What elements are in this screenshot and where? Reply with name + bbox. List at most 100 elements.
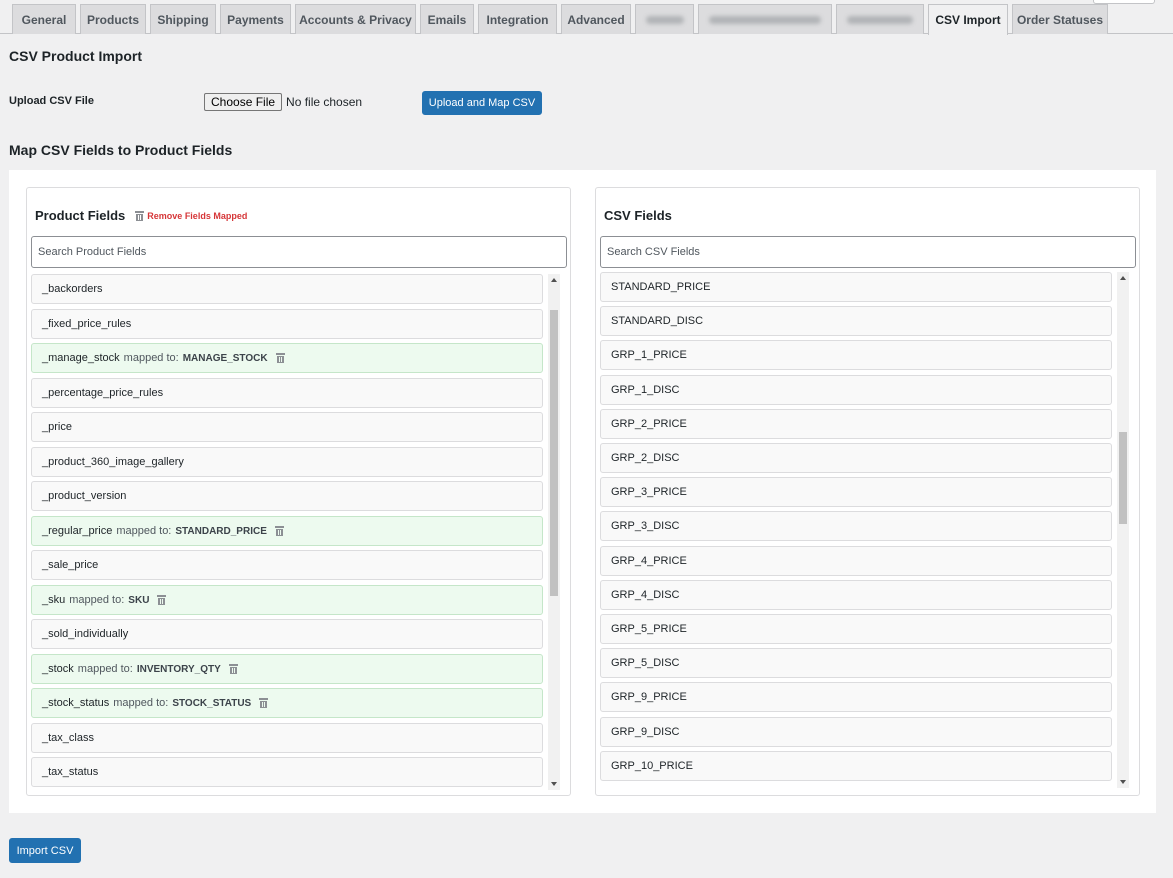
- csv-field-item[interactable]: GRP_1_PRICE: [600, 340, 1112, 370]
- tab-accounts-privacy[interactable]: Accounts & Privacy: [295, 4, 416, 34]
- tab-order-statuses[interactable]: Order Statuses: [1012, 4, 1108, 34]
- csv-field-name: GRP_5_DISC: [611, 657, 680, 669]
- product-fields-list[interactable]: _backorders _fixed_price_rules _manage_sto…: [31, 274, 563, 790]
- csv-field-name: GRP_10_PRICE: [611, 760, 693, 772]
- product-field-item[interactable]: _backorders: [31, 274, 543, 304]
- page-title: CSV Product Import: [9, 48, 143, 64]
- product-field-item[interactable]: _product_version: [31, 481, 543, 511]
- product-field-item[interactable]: _fixed_price_rules: [31, 309, 543, 339]
- tab-products[interactable]: Products: [80, 4, 146, 34]
- trash-icon[interactable]: [259, 698, 269, 708]
- product-fields-header: Product Fields Remove Fields Mapped: [35, 208, 247, 223]
- product-field-name: _manage_stock: [42, 352, 120, 364]
- csv-field-name: STANDARD_DISC: [611, 315, 704, 327]
- remove-fields-mapped-link[interactable]: Remove Fields Mapped: [135, 210, 248, 221]
- csv-field-item[interactable]: GRP_5_DISC: [600, 648, 1112, 678]
- tab-csv-import[interactable]: CSV Import: [928, 4, 1008, 35]
- tab-payments[interactable]: Payments: [220, 4, 291, 34]
- product-field-name: _percentage_price_rules: [42, 387, 164, 399]
- upload-csv-label: Upload CSV File: [9, 95, 94, 107]
- product-field-name: _product_version: [42, 490, 127, 502]
- csv-field-item[interactable]: STANDARD_PRICE: [600, 272, 1112, 302]
- product-field-name: _fixed_price_rules: [42, 318, 132, 330]
- csv-field-name: STANDARD_PRICE: [611, 281, 711, 293]
- csv-fields-heading: CSV Fields: [604, 208, 672, 223]
- product-field-name: _sale_price: [42, 559, 99, 571]
- csv-field-item[interactable]: GRP_10_PRICE: [600, 751, 1112, 781]
- csv-field-name: GRP_2_DISC: [611, 452, 680, 464]
- mapped-target: MANAGE_STOCK: [182, 352, 268, 364]
- csv-field-name: GRP_4_DISC: [611, 589, 680, 601]
- no-file-chosen-text: No file chosen: [286, 95, 363, 109]
- search-csv-fields-input[interactable]: [600, 236, 1136, 268]
- csv-field-item[interactable]: GRP_5_PRICE: [600, 614, 1112, 644]
- csv-field-item[interactable]: GRP_4_DISC: [600, 580, 1112, 610]
- csv-fields-column: CSV Fields STANDARD_PRICE STANDARD_DISC GR…: [595, 187, 1140, 796]
- product-field-item[interactable]: _price: [31, 412, 543, 442]
- tab-integration[interactable]: Integration: [478, 4, 557, 34]
- product-field-name: _price: [42, 421, 72, 433]
- product-field-name: _tax_status: [42, 766, 99, 778]
- product-field-item[interactable]: _sold_individually: [31, 619, 543, 649]
- scroll-thumb[interactable]: [550, 310, 558, 596]
- product-field-item[interactable]: _sku mapped to: SKU: [31, 585, 543, 615]
- csv-field-item[interactable]: GRP_9_PRICE: [600, 682, 1112, 712]
- product-field-name: _sold_individually: [42, 628, 129, 640]
- trash-icon[interactable]: [157, 595, 167, 605]
- product-field-item[interactable]: _tax_status: [31, 757, 543, 787]
- mapped-to-text: mapped to:: [77, 663, 133, 675]
- csv-field-item[interactable]: GRP_1_DISC: [600, 375, 1112, 405]
- csv-field-item[interactable]: GRP_3_DISC: [600, 511, 1112, 541]
- remove-fields-mapped-label: Remove Fields Mapped: [147, 210, 248, 221]
- product-field-item[interactable]: _product_360_image_gallery: [31, 447, 543, 477]
- tab-redacted-2[interactable]: [698, 4, 832, 34]
- product-field-name: _backorders: [42, 283, 103, 295]
- product-fields-scrollbar[interactable]: [548, 274, 560, 790]
- product-field-item[interactable]: _sale_price: [31, 550, 543, 580]
- product-field-item[interactable]: _stock mapped to: INVENTORY_QTY: [31, 654, 543, 684]
- search-product-fields-input[interactable]: [31, 236, 567, 268]
- upload-and-map-button[interactable]: Upload and Map CSV: [422, 91, 542, 115]
- csv-field-item[interactable]: GRP_4_PRICE: [600, 546, 1112, 576]
- csv-field-name: GRP_5_PRICE: [611, 623, 687, 635]
- screen-options-toggle[interactable]: [1093, 0, 1155, 4]
- mapped-target: SKU: [128, 594, 150, 606]
- trash-icon[interactable]: [275, 353, 285, 363]
- csv-field-item[interactable]: STANDARD_DISC: [600, 306, 1112, 336]
- product-field-item[interactable]: _stock_status mapped to: STOCK_STATUS: [31, 688, 543, 718]
- csv-field-item[interactable]: GRP_2_DISC: [600, 443, 1112, 473]
- tab-advanced[interactable]: Advanced: [561, 4, 631, 34]
- csv-field-name: GRP_9_PRICE: [611, 691, 687, 703]
- trash-icon[interactable]: [228, 664, 238, 674]
- choose-file-button[interactable]: Choose File: [204, 93, 283, 111]
- trash-icon[interactable]: [274, 526, 284, 536]
- csv-field-item[interactable]: GRP_2_PRICE: [600, 409, 1112, 439]
- product-field-name: _product_360_image_gallery: [42, 456, 184, 468]
- file-input[interactable]: Choose File No file chosen: [204, 93, 362, 111]
- csv-field-name: GRP_1_PRICE: [611, 349, 687, 361]
- scroll-thumb[interactable]: [1119, 432, 1127, 524]
- tab-emails[interactable]: Emails: [420, 4, 474, 34]
- product-field-item[interactable]: _percentage_price_rules: [31, 378, 543, 408]
- product-field-name: _stock: [42, 663, 74, 675]
- scroll-down-arrow-icon[interactable]: [551, 782, 557, 786]
- csv-field-item[interactable]: GRP_9_DISC: [600, 717, 1112, 747]
- csv-field-item[interactable]: GRP_3_PRICE: [600, 477, 1112, 507]
- csv-field-name: GRP_3_PRICE: [611, 486, 687, 498]
- tab-redacted-3[interactable]: [836, 4, 924, 34]
- product-field-item[interactable]: _manage_stock mapped to: MANAGE_STOCK: [31, 343, 543, 373]
- scroll-up-arrow-icon[interactable]: [551, 278, 557, 282]
- csv-fields-list[interactable]: STANDARD_PRICE STANDARD_DISC GRP_1_PRICE GR…: [600, 272, 1132, 788]
- tab-general[interactable]: General: [12, 4, 76, 34]
- product-field-item[interactable]: _tax_class: [31, 723, 543, 753]
- csv-fields-scrollbar[interactable]: [1117, 272, 1129, 788]
- import-csv-button[interactable]: Import CSV: [9, 838, 81, 863]
- scroll-down-arrow-icon[interactable]: [1120, 780, 1126, 784]
- map-fields-title: Map CSV Fields to Product Fields: [9, 142, 233, 158]
- product-field-item[interactable]: _regular_price mapped to: STANDARD_PRICE: [31, 516, 543, 546]
- tab-shipping[interactable]: Shipping: [150, 4, 216, 34]
- scroll-up-arrow-icon[interactable]: [1120, 276, 1126, 280]
- product-field-name: _stock_status: [42, 697, 110, 709]
- csv-field-name: GRP_2_PRICE: [611, 418, 687, 430]
- tab-redacted-1[interactable]: [635, 4, 694, 34]
